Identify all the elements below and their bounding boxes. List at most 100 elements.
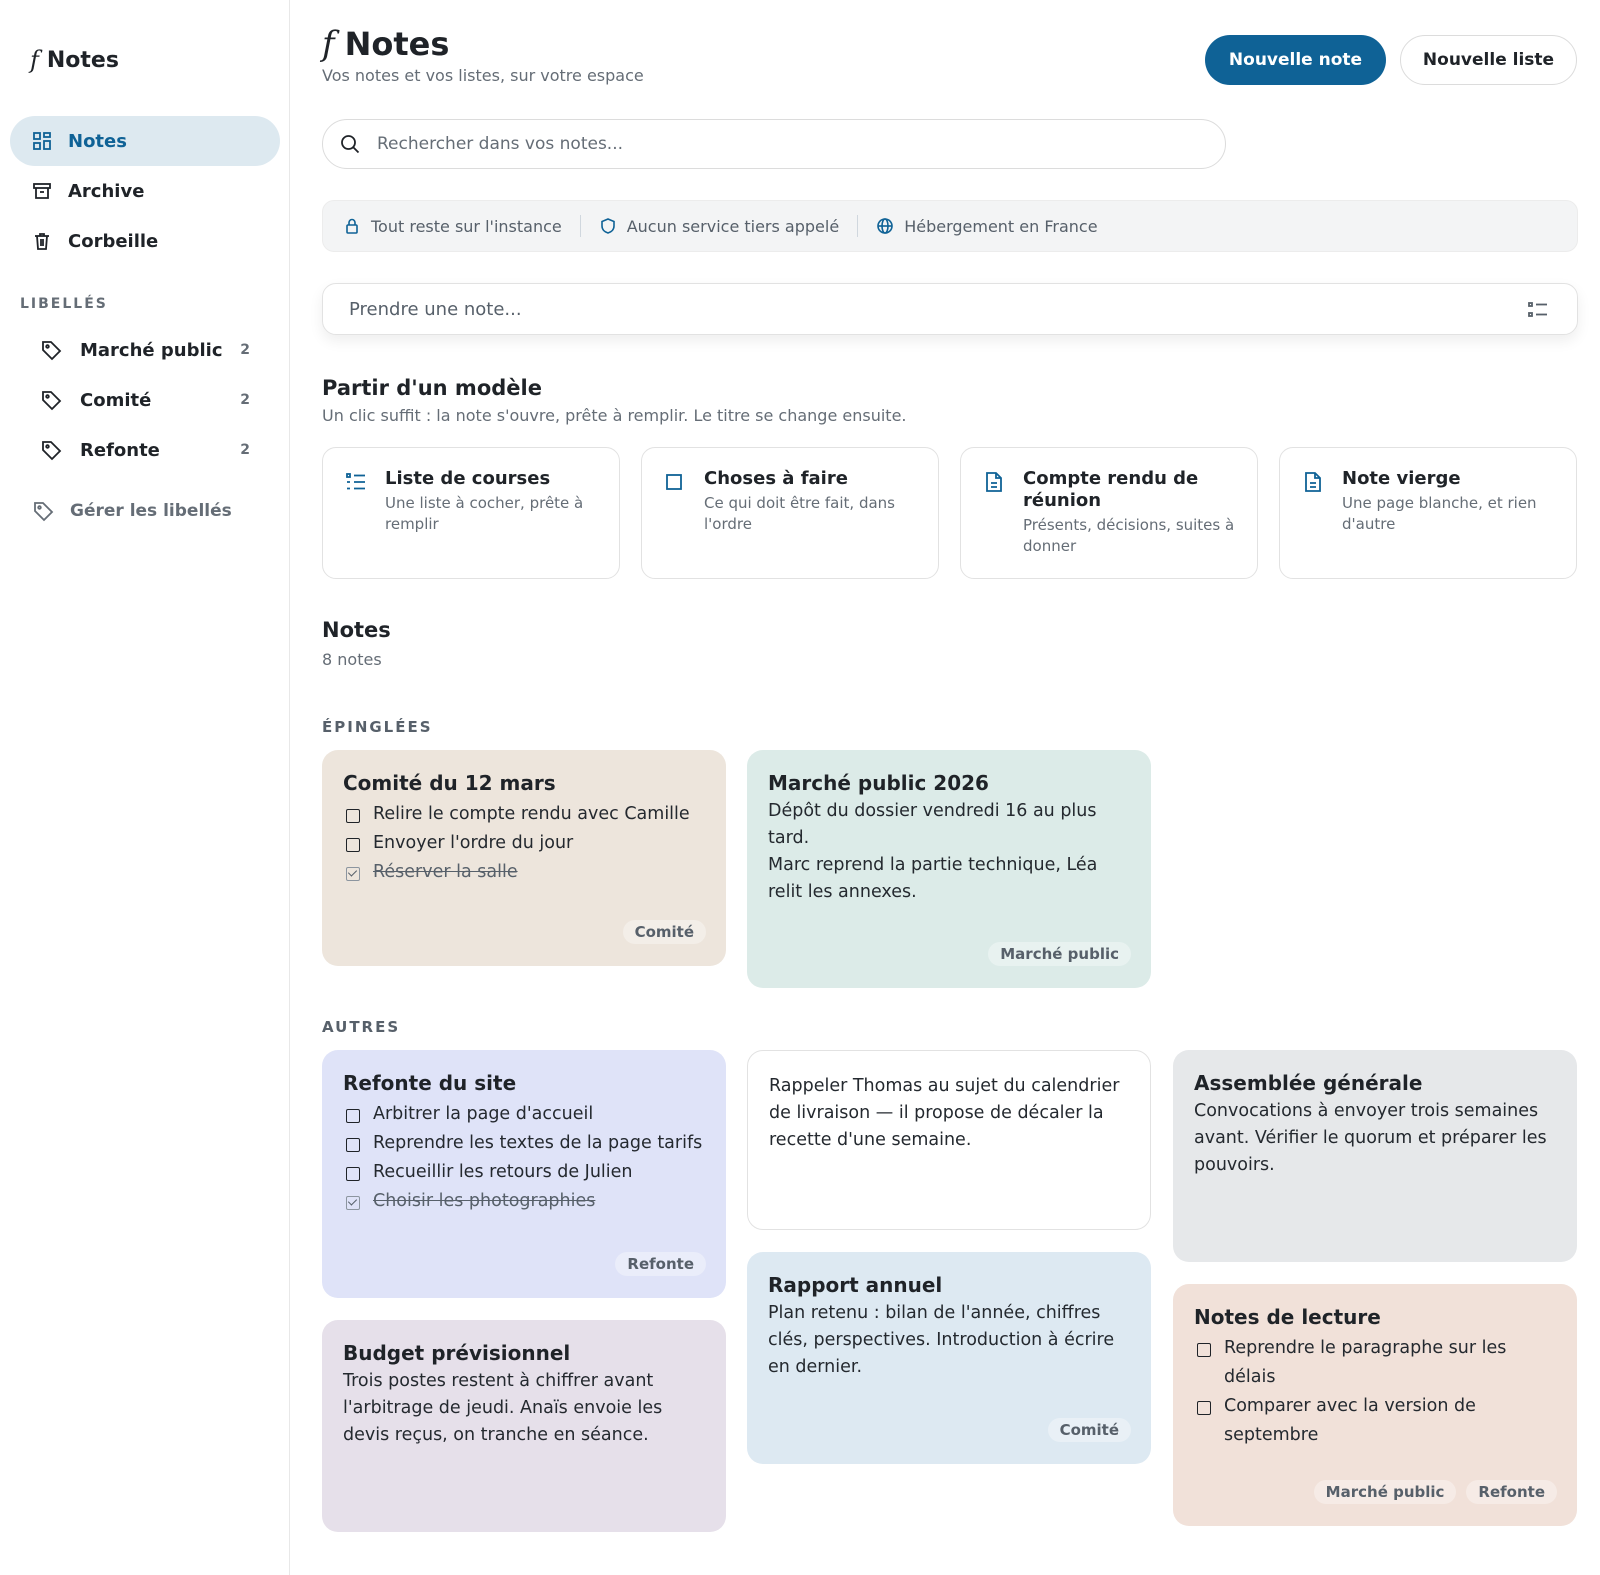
note-tags: Marché public Refonte <box>1313 1480 1557 1504</box>
checklist-item: Relire le compte rendu avec Camille <box>343 800 705 829</box>
label-item-refonte[interactable]: Refonte 2 <box>40 430 250 470</box>
checklist-item: Reprendre le paragraphe sur les délais <box>1194 1334 1556 1392</box>
checkbox-checked[interactable] <box>346 1196 360 1210</box>
note-card[interactable]: Notes de lecture Reprendre le paragraphe… <box>1173 1284 1577 1526</box>
nav-item-notes[interactable]: Notes <box>10 116 280 166</box>
labels-heading: LIBELLÉS <box>20 296 108 312</box>
page-title: f Notes <box>322 24 449 64</box>
checkbox[interactable] <box>346 1138 360 1152</box>
page-subtitle: Vos notes et vos listes, sur votre espac… <box>322 66 644 85</box>
trust-text: Hébergement en France <box>904 216 1098 236</box>
note-tag[interactable]: Marché public <box>988 942 1131 966</box>
checkbox[interactable] <box>1197 1401 1211 1415</box>
app-logo: f <box>322 24 335 64</box>
label-item-comite[interactable]: Comité 2 <box>40 380 250 420</box>
template-title: Liste de courses <box>385 468 551 489</box>
template-title: Note vierge <box>1342 468 1461 489</box>
nav-item-archive[interactable]: Archive <box>10 166 280 216</box>
note-title: Refonte du site <box>343 1071 517 1095</box>
note-tag[interactable]: Marché public <box>1313 1480 1457 1504</box>
note-card[interactable]: Refonte du site Arbitrer la page d'accue… <box>322 1050 726 1298</box>
checklist-item-text: Choisir les photographies <box>373 1191 596 1211</box>
tag-icon <box>42 391 62 411</box>
tag-icon <box>34 502 54 522</box>
checklist-item-text: Reprendre le paragraphe sur les délais <box>1224 1338 1507 1387</box>
tag-icon <box>42 341 62 361</box>
trust-item: Aucun service tiers appelé <box>599 217 839 236</box>
checkbox[interactable] <box>346 838 360 852</box>
trust-item: Tout reste sur l'instance <box>343 217 562 236</box>
checklist-item-text: Réserver la salle <box>373 862 518 882</box>
note-body: Dépôt du dossier vendredi 16 au plus tar… <box>768 798 1130 906</box>
take-note-input[interactable]: Prendre une note... <box>322 283 1578 335</box>
template-card-blank[interactable]: Note vierge Une page blanche, et rien d'… <box>1279 447 1577 579</box>
label-item-marche-public[interactable]: Marché public 2 <box>40 330 250 370</box>
note-title: Rapport annuel <box>768 1273 943 1297</box>
checklist-item: Envoyer l'ordre du jour <box>343 829 705 858</box>
note-checklist: Arbitrer la page d'accueil Reprendre les… <box>343 1100 705 1216</box>
search-icon <box>341 135 360 154</box>
checklist-item-text: Arbitrer la page d'accueil <box>373 1104 594 1124</box>
sidebar: f Notes Notes Archive Corbeille LIBELLÉS… <box>0 0 290 1575</box>
note-card[interactable]: Assemblée générale Convocations à envoye… <box>1173 1050 1577 1262</box>
label-count: 2 <box>240 392 250 408</box>
note-tag[interactable]: Comité <box>622 920 706 944</box>
note-title: Marché public 2026 <box>768 771 989 795</box>
note-tag[interactable]: Refonte <box>1466 1480 1557 1504</box>
template-desc: Ce qui doit être fait, dans l'ordre <box>704 494 895 533</box>
new-list-button[interactable]: Nouvelle liste <box>1400 35 1577 85</box>
checklist-item: Réserver la salle <box>343 858 705 887</box>
checklist-item: Recueillir les retours de Julien <box>343 1158 705 1187</box>
document-icon <box>986 472 1002 492</box>
note-body-line: Marc reprend la partie technique, Léa re… <box>768 855 1098 902</box>
note-card[interactable]: Comité du 12 mars Relire le compte rendu… <box>322 750 726 966</box>
page-title-text: Notes <box>344 25 450 63</box>
note-body: Trois postes restent à chiffrer avant l'… <box>343 1371 663 1445</box>
note-tag[interactable]: Comité <box>1047 1418 1131 1442</box>
template-title: Choses à faire <box>704 468 848 489</box>
note-title: Assemblée générale <box>1194 1071 1423 1095</box>
checklist-item-text: Relire le compte rendu avec Camille <box>373 804 690 824</box>
template-card-todo[interactable]: Choses à faire Ce qui doit être fait, da… <box>641 447 939 579</box>
template-card-shopping-list[interactable]: Liste de courses Une liste à cocher, prê… <box>322 447 620 579</box>
globe-icon <box>877 218 893 234</box>
checkbox-checked[interactable] <box>346 867 360 881</box>
label-name: Refonte <box>80 439 160 461</box>
new-note-button[interactable]: Nouvelle note <box>1205 35 1386 85</box>
trust-bar: Tout reste sur l'instance Aucun service … <box>322 200 1578 252</box>
manage-labels-button[interactable]: Gérer les libellés <box>32 500 232 522</box>
divider <box>579 215 581 237</box>
nav-item-trash[interactable]: Corbeille <box>10 216 280 266</box>
checklist-item: Reprendre les textes de la page tarifs <box>343 1129 705 1158</box>
checklist-icon[interactable] <box>1527 299 1549 321</box>
note-checklist: Reprendre le paragraphe sur les délais C… <box>1194 1334 1556 1450</box>
template-desc: Présents, décisions, suites à donner <box>1023 516 1235 555</box>
checkbox[interactable] <box>346 809 360 823</box>
template-card-meeting-notes[interactable]: Compte rendu de réunion Présents, décisi… <box>960 447 1258 579</box>
note-card[interactable]: Marché public 2026 Dépôt du dossier vend… <box>747 750 1151 988</box>
checklist-item-text: Reprendre les textes de la page tarifs <box>373 1133 703 1153</box>
nav-item-label: Corbeille <box>68 230 159 252</box>
label-name: Comité <box>80 389 152 411</box>
app-name: Notes <box>46 47 119 73</box>
checkbox[interactable] <box>1197 1343 1211 1357</box>
note-title: Budget prévisionnel <box>343 1341 571 1365</box>
label-count: 2 <box>240 442 250 458</box>
template-desc: Une liste à cocher, prête à remplir <box>385 494 584 533</box>
note-card[interactable]: Rappeler Thomas au sujet du calendrier d… <box>747 1050 1151 1230</box>
app-logo: f <box>30 46 39 74</box>
note-card[interactable]: Rapport annuel Plan retenu : bilan de l'… <box>747 1252 1151 1464</box>
app-brand[interactable]: f Notes <box>30 46 119 74</box>
checklist-item: Comparer avec la version de septembre <box>1194 1392 1556 1450</box>
note-card[interactable]: Budget prévisionnel Trois postes restent… <box>322 1320 726 1532</box>
note-body: Rappeler Thomas au sujet du calendrier d… <box>769 1076 1120 1150</box>
note-tag[interactable]: Refonte <box>615 1252 706 1276</box>
checkbox[interactable] <box>346 1167 360 1181</box>
search-bar[interactable] <box>322 119 1226 169</box>
lock-icon <box>346 218 358 234</box>
template-desc: Une page blanche, et rien d'autre <box>1342 494 1537 533</box>
checkbox[interactable] <box>346 1109 360 1123</box>
search-input[interactable] <box>377 134 1157 154</box>
checklist-item-text: Recueillir les retours de Julien <box>373 1162 633 1182</box>
shield-icon <box>600 218 615 234</box>
